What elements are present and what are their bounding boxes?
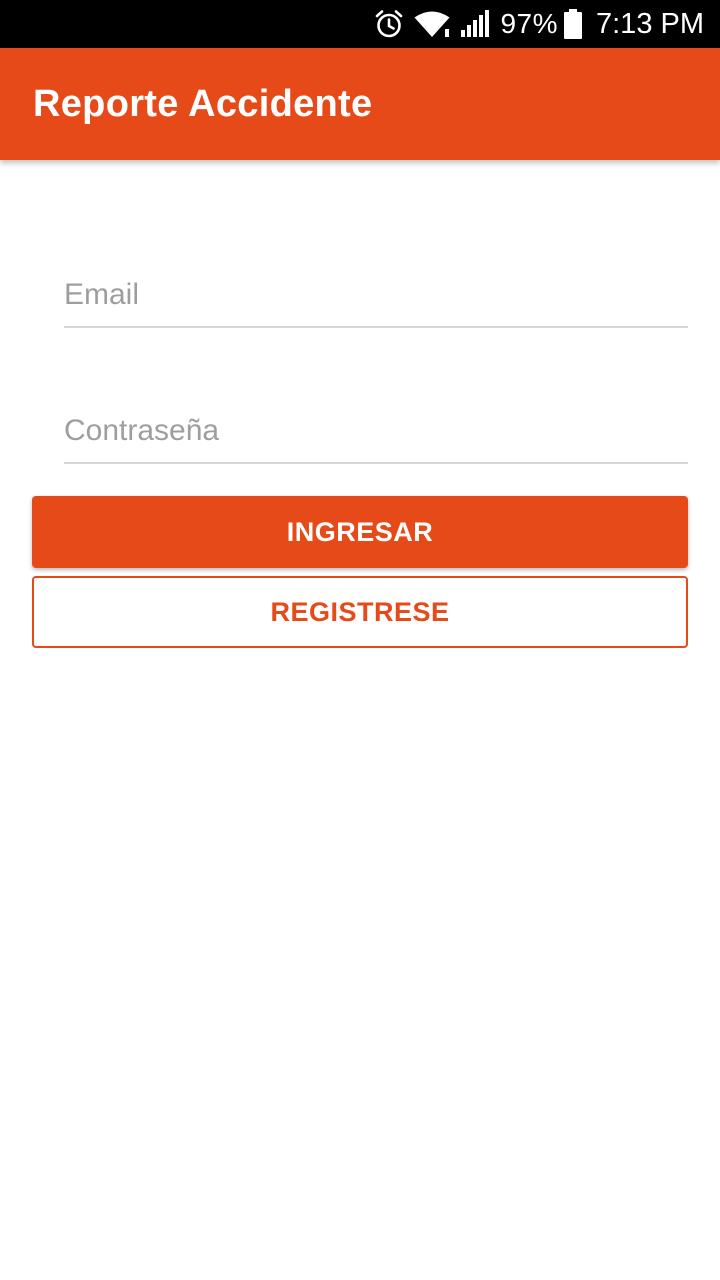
- password-field[interactable]: [64, 394, 688, 464]
- wifi-icon: [414, 10, 450, 38]
- login-button[interactable]: INGRESAR: [32, 496, 688, 568]
- register-button-label: REGISTRESE: [270, 596, 450, 627]
- battery-percent: 97%: [500, 8, 558, 39]
- alarm-icon: [374, 9, 404, 39]
- register-button[interactable]: REGISTRESE: [32, 576, 688, 648]
- battery-icon: [564, 9, 582, 39]
- status-time: 7:13 PM: [596, 7, 704, 40]
- status-bar: 97% 7:13 PM: [0, 0, 720, 48]
- app-title: Reporte Accidente: [33, 82, 373, 125]
- password-input[interactable]: [64, 414, 688, 448]
- login-screen: 97% 7:13 PM Reporte Accidente INGRESAR R…: [0, 0, 720, 1280]
- email-field[interactable]: [64, 258, 688, 328]
- signal-icon: [460, 10, 490, 38]
- email-input[interactable]: [64, 278, 688, 312]
- login-button-label: INGRESAR: [286, 516, 434, 547]
- app-bar: Reporte Accidente: [0, 48, 720, 160]
